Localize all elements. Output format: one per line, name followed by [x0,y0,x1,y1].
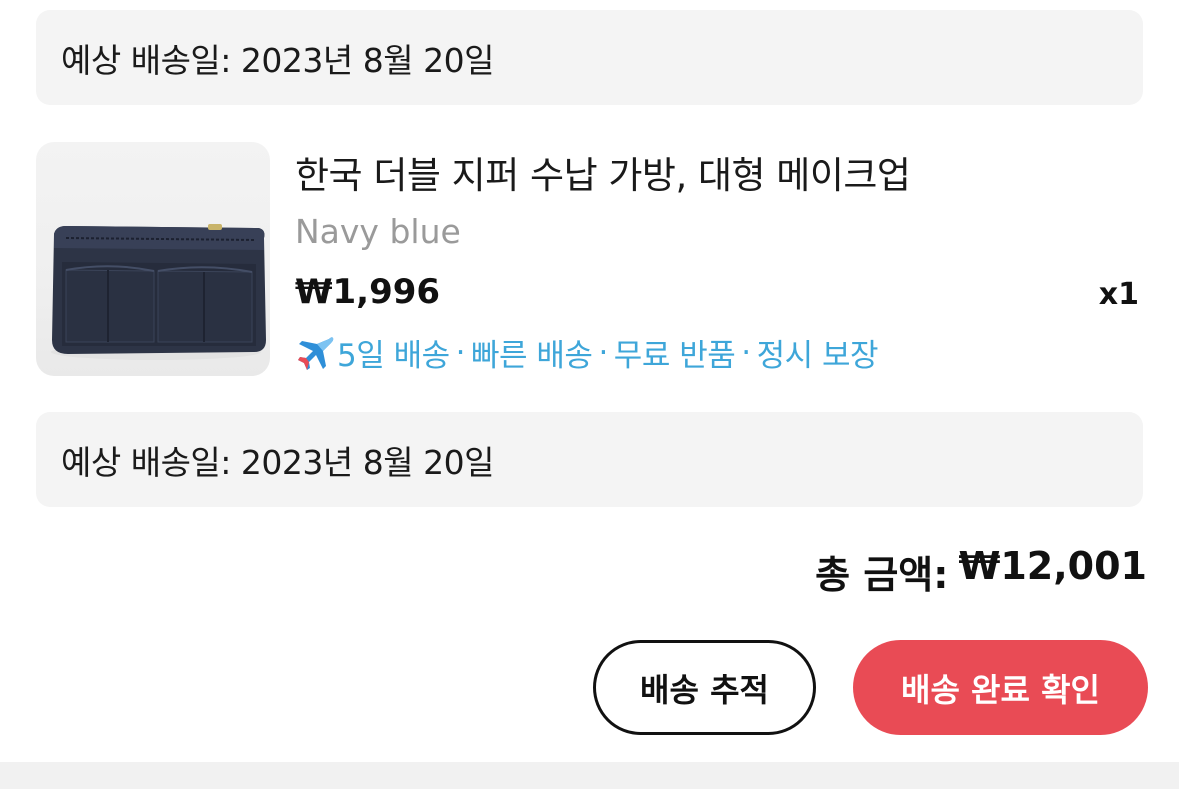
product-price: ₩1,996 [295,272,441,312]
shipping-benefits: 5일 배송 · 빠른 배송 · 무료 반품 · 정시 보장 [295,330,879,375]
confirm-delivery-button[interactable]: 배송 완료 확인 [853,640,1148,735]
benefit-separator: · [741,334,751,371]
order-details-page: 예상 배송일: 2023년 8월 20일 한국 더블 지퍼 수납 가방, 대형 … [0,0,1179,789]
estimated-delivery-text: 예상 배송일: 2023년 8월 20일 [61,442,494,482]
order-total-amount: ₩12,001 [958,544,1147,588]
estimated-delivery-text: 예상 배송일: 2023년 8월 20일 [61,40,494,80]
product-variant: Navy blue [295,212,461,251]
estimated-delivery-banner: 예상 배송일: 2023년 8월 20일 [36,412,1143,507]
estimated-delivery-banner: 예상 배송일: 2023년 8월 20일 [36,10,1143,105]
benefit-item: 5일 배송 [337,338,450,374]
track-shipment-button[interactable]: 배송 추적 [593,640,816,735]
benefit-item: 무료 반품 [613,338,736,374]
confirm-delivery-label: 배송 완료 확인 [901,670,1100,709]
navy-organizer-bag-image [51,224,266,360]
track-shipment-label: 배송 추적 [640,670,769,709]
order-total: 총 금액: ₩12,001 [815,544,1147,599]
product-quantity: x1 [1098,277,1139,312]
benefit-separator: · [598,334,608,371]
benefit-separator: · [455,334,466,371]
section-divider [0,762,1179,789]
airplane-icon [298,336,334,370]
benefit-item: 빠른 배송 [471,338,593,374]
order-total-label: 총 금액: [815,553,949,597]
product-image[interactable] [36,142,270,376]
product-title[interactable]: 한국 더블 지퍼 수납 가방, 대형 메이크업 [295,145,911,199]
benefit-item: 정시 보장 [756,338,879,374]
